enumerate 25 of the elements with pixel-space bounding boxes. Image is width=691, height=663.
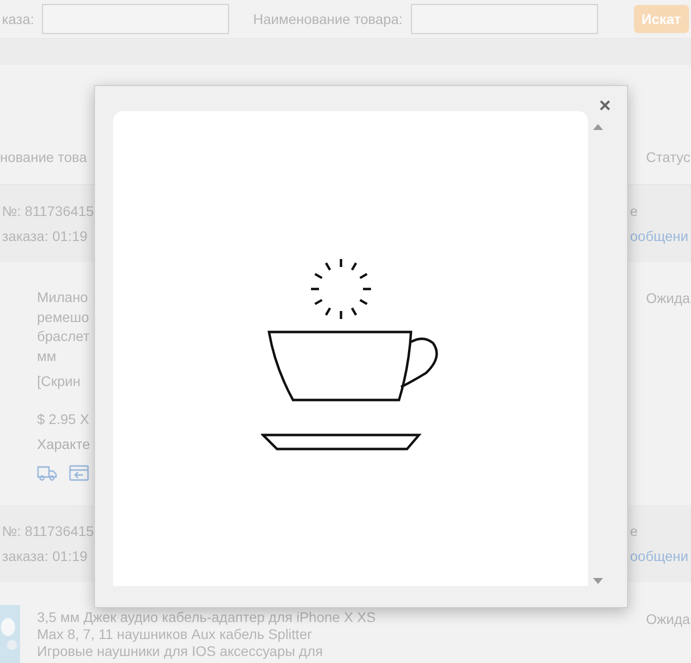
product-title-line: Милано bbox=[37, 288, 88, 307]
column-header: нование това bbox=[0, 148, 87, 166]
truck-icon[interactable] bbox=[37, 464, 57, 480]
status-text: Ожида bbox=[646, 289, 691, 308]
column-header: Статус bbox=[646, 148, 691, 167]
field-label: каза: bbox=[2, 10, 34, 28]
price: $ 2.95 X bbox=[37, 410, 90, 428]
message-link[interactable]: ообщени bbox=[630, 226, 688, 246]
return-icon[interactable] bbox=[69, 464, 89, 480]
product-title-line: браслет bbox=[37, 327, 90, 346]
product-title-line: 3,5 мм Джек аудио кабель-адаптер для iPhone X XS bbox=[37, 609, 376, 626]
product-title-line: ремешо bbox=[37, 308, 90, 327]
field-label: Наименование товара: bbox=[253, 10, 403, 29]
scroll-up-icon[interactable] bbox=[593, 124, 603, 130]
search-button[interactable]: Искат bbox=[634, 5, 689, 33]
product-title-line: мм bbox=[37, 346, 56, 366]
message-link[interactable]: ообщени bbox=[630, 546, 688, 566]
close-button[interactable]: × bbox=[599, 96, 611, 116]
status-text: Ожида bbox=[646, 610, 691, 629]
input-field[interactable] bbox=[42, 4, 230, 34]
specs-label: Характе bbox=[37, 435, 90, 454]
product-title-line: Игровые наушники для IOS аксессуары для bbox=[37, 643, 323, 660]
scroll-down-icon[interactable] bbox=[593, 578, 603, 584]
product-title-line: Max 8, 7, 11 наушников Aux кабель Splitter bbox=[37, 626, 312, 643]
input-field[interactable] bbox=[410, 4, 598, 34]
